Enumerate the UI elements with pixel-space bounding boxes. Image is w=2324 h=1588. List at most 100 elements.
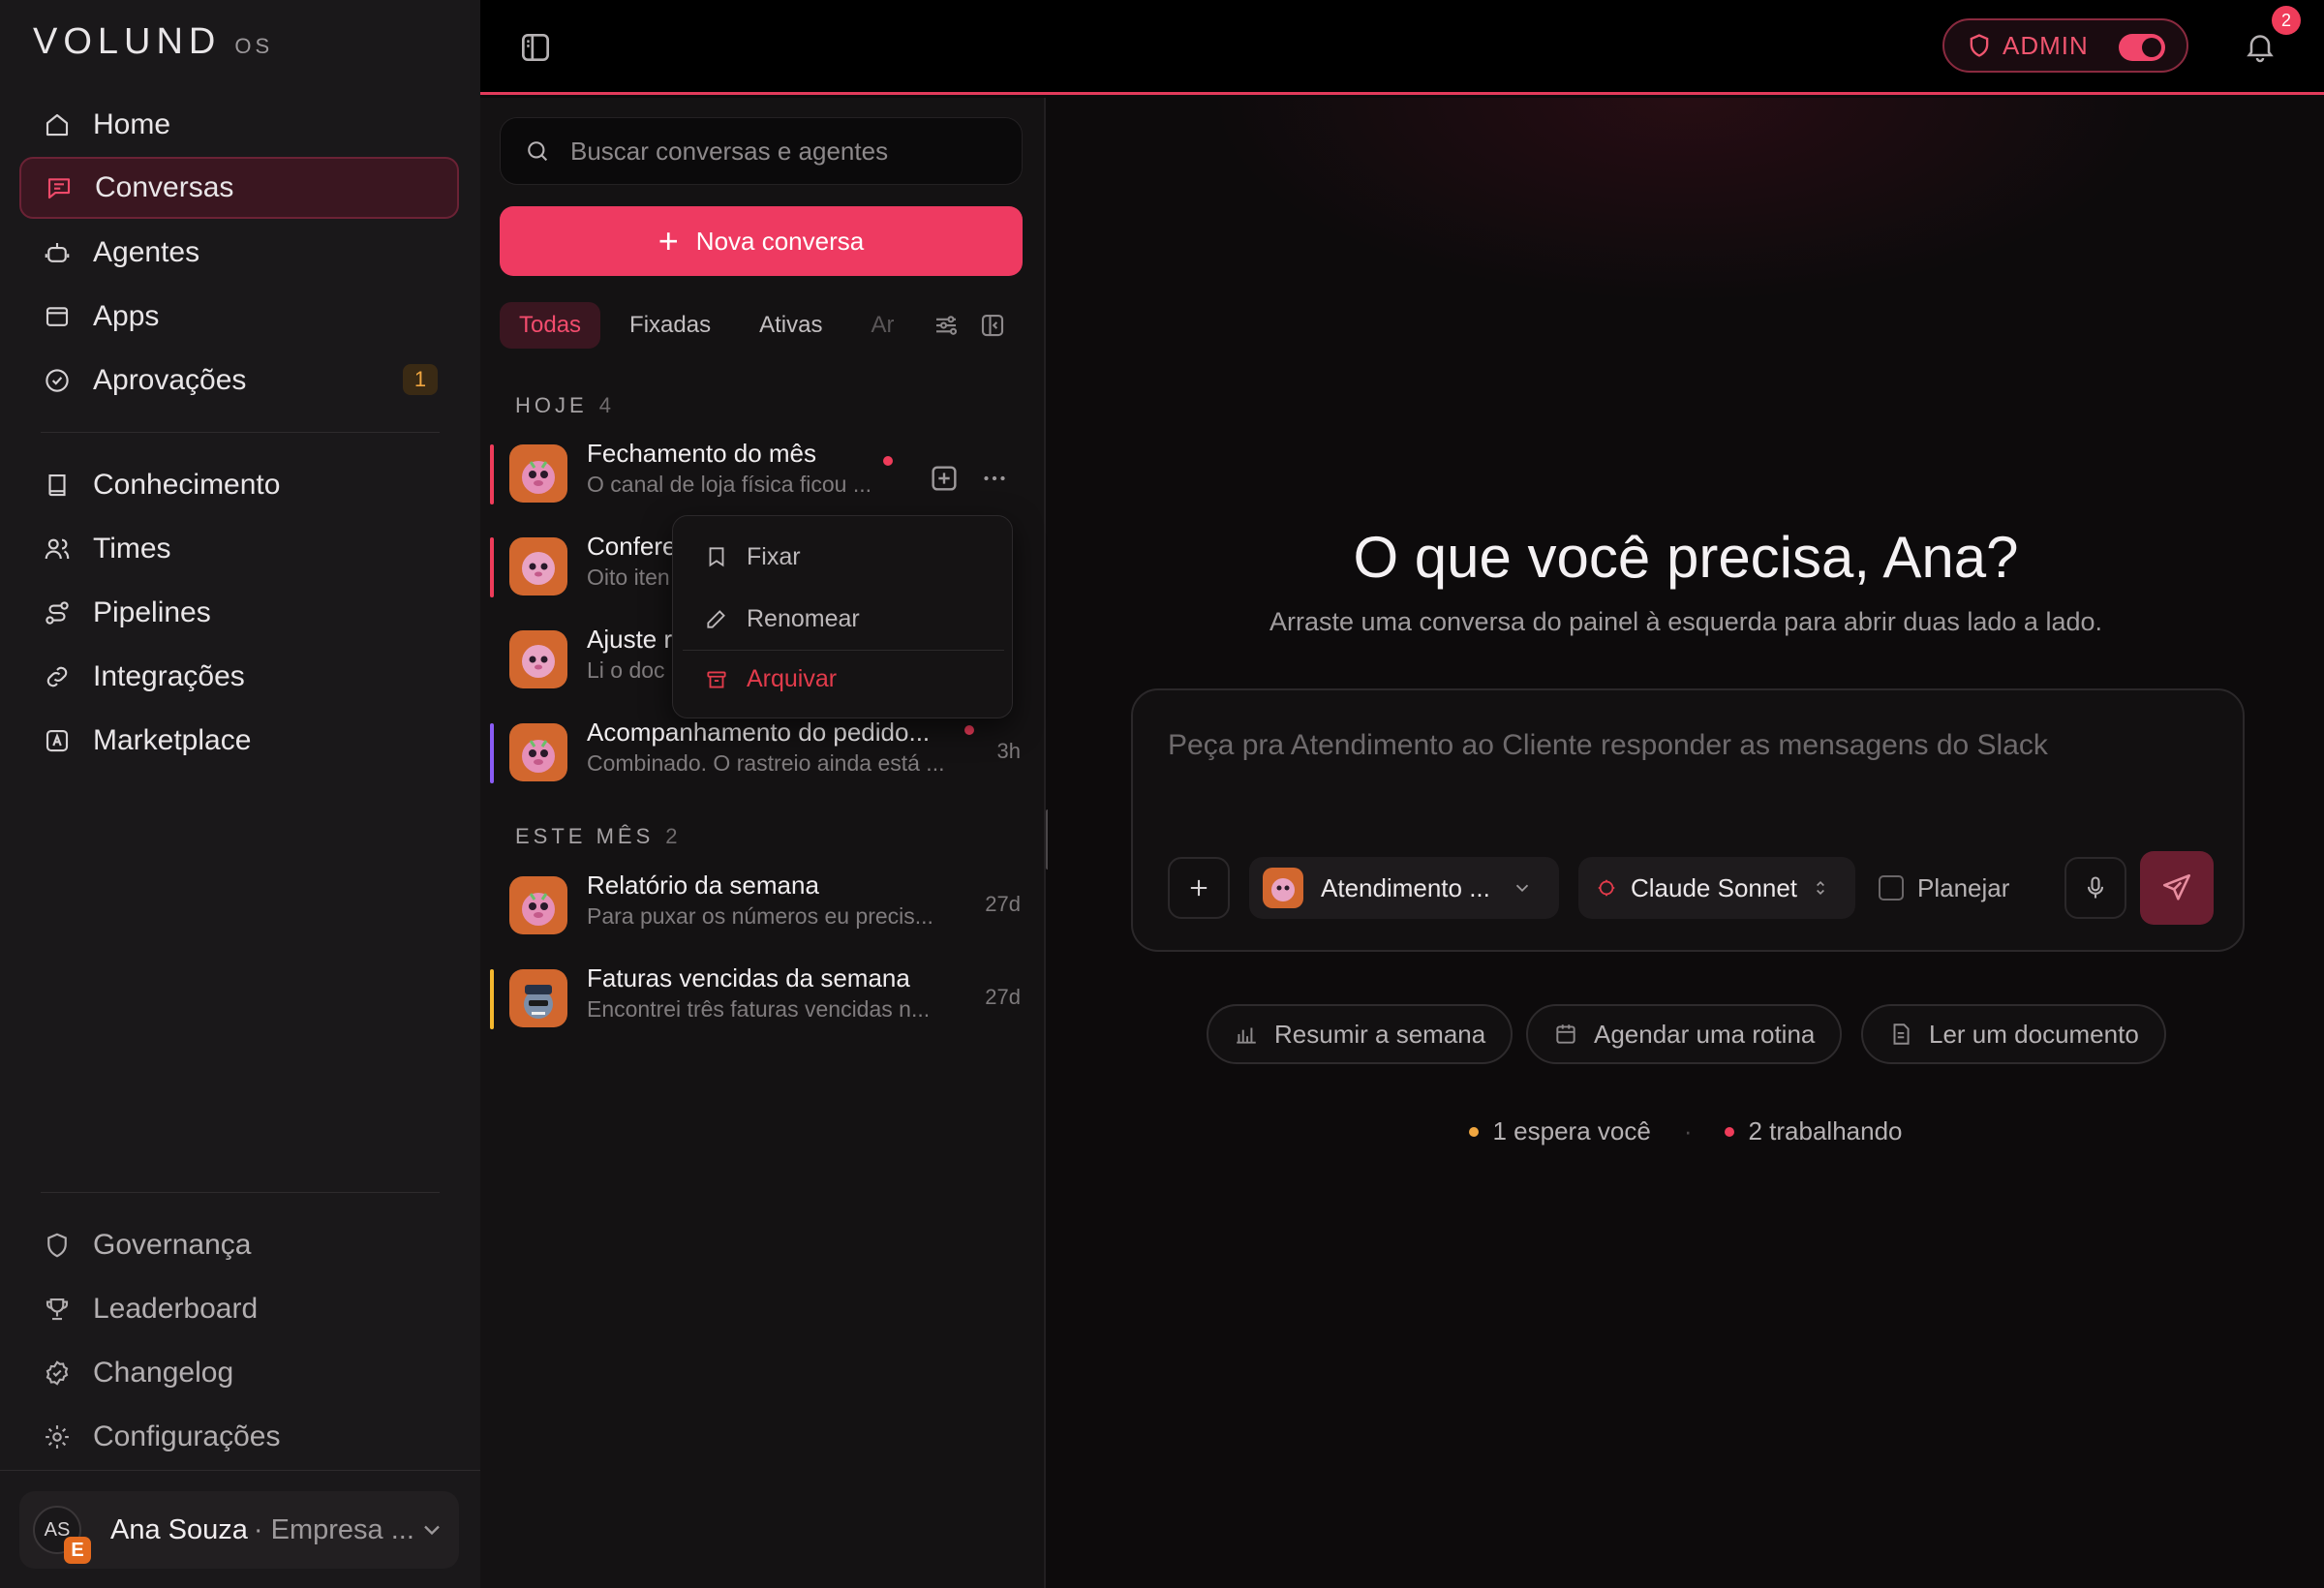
sidebar-item-times[interactable]: Times (19, 518, 459, 580)
admin-switch[interactable] (2119, 34, 2165, 61)
conversation-item[interactable]: Fechamento do mês O canal de loja física… (490, 435, 1032, 520)
sidebar-item-pipelines[interactable]: Pipelines (19, 582, 459, 644)
conversation-item[interactable]: Acompanhamento do pedido... Combinado. O… (490, 714, 1032, 799)
sidebar-item-changelog[interactable]: Changelog (19, 1342, 459, 1404)
filter-tabs: Todas Fixadas Ativas Arq (500, 301, 903, 350)
sidebar-divider (0, 1470, 480, 1471)
agent-avatar (509, 630, 567, 688)
composer: Peça pra Atendimento ao Cliente responde… (1131, 688, 2245, 952)
store-icon (41, 724, 74, 757)
bell-icon[interactable] (2243, 29, 2278, 64)
agent-avatar (509, 876, 567, 934)
plan-checkbox[interactable] (1879, 875, 1904, 901)
open-side-by-side-icon[interactable] (928, 462, 961, 495)
route-icon (41, 596, 74, 629)
sidebar-item-integracoes[interactable]: Integrações (19, 646, 459, 708)
sidebar-item-label: Apps (93, 300, 160, 332)
plan-label: Planejar (1917, 872, 2010, 902)
model-icon (1598, 879, 1615, 897)
sidebar-item-home[interactable]: Home (19, 94, 459, 156)
plus-icon (1190, 879, 1208, 897)
conversation-title: Faturas vencidas da semana (587, 963, 910, 992)
menu-item-fixar[interactable]: Fixar (683, 528, 1004, 586)
brand-suffix: OS (234, 34, 274, 58)
chip-label: Resumir a semana (1274, 1019, 1486, 1049)
trophy-icon (41, 1293, 74, 1326)
conversation-title: Ajuste r (587, 625, 673, 654)
conversation-title: Relatório da semana (587, 870, 819, 900)
search-input[interactable] (570, 136, 996, 167)
menu-item-arquivar[interactable]: Arquivar (683, 650, 1004, 708)
conversation-accent-bar (490, 723, 494, 783)
sidebar-item-governanca[interactable]: Governança (19, 1214, 459, 1276)
page-subtitle: Arraste uma conversa do painel à esquerd… (1269, 607, 2103, 636)
conversation-item[interactable]: Relatório da semana Para puxar os número… (490, 867, 1032, 952)
sidebar-item-marketplace[interactable]: Marketplace (19, 710, 459, 772)
microphone-icon (2087, 876, 2104, 899)
link-icon (41, 660, 74, 693)
sidebar-item-aprovacoes[interactable]: Aprovações 1 (19, 350, 459, 412)
new-conversation-button[interactable]: + Nova conversa (500, 206, 1023, 276)
tab-todas[interactable]: Todas (500, 302, 601, 349)
conversation-preview: Encontrei três faturas vencidas n... (587, 996, 931, 1022)
sidebar-item-label: Changelog (93, 1357, 234, 1389)
send-button[interactable] (2140, 851, 2214, 925)
suggestion-chip-document[interactable]: Ler um documento (1861, 1004, 2166, 1064)
section-count: 2 (665, 824, 678, 848)
main-area: O que você precisa, Ana? Arraste uma con… (1048, 98, 2324, 1588)
tab-arquivadas[interactable]: Arq (851, 302, 894, 349)
plus-icon: + (657, 221, 679, 260)
archive-icon (707, 670, 726, 688)
gear-icon (41, 1420, 74, 1453)
voice-input-button[interactable] (2064, 857, 2126, 919)
sidebar-item-label: Times (93, 533, 171, 565)
home-icon (41, 108, 74, 141)
sidebar-item-configuracoes[interactable]: Configurações (19, 1406, 459, 1468)
waiting-status-dot (1469, 1126, 1480, 1137)
sidebar-item-agentes[interactable]: Agentes (19, 222, 459, 284)
composer-input[interactable]: Peça pra Atendimento ao Cliente responde… (1168, 729, 2048, 762)
bookmark-icon (709, 547, 724, 567)
tab-ativas[interactable]: Ativas (740, 302, 841, 349)
suggestion-chip-schedule[interactable]: Agendar uma rotina (1526, 1004, 1843, 1064)
notification-count-badge: 2 (2272, 6, 2301, 35)
collapse-panel-icon[interactable] (978, 311, 1007, 340)
page-title: O que você precisa, Ana? (1353, 525, 2019, 590)
admin-mode-toggle[interactable]: ADMIN (1942, 18, 2188, 73)
attach-button[interactable] (1168, 857, 1230, 919)
sidebar-item-label: Agentes (93, 236, 200, 268)
filter-sliders-icon[interactable] (932, 311, 961, 340)
sidebar-toggle-icon[interactable] (517, 29, 554, 66)
chevron-down-icon (1515, 884, 1529, 893)
sidebar-item-label: Integrações (93, 660, 245, 692)
sidebar-item-conhecimento[interactable]: Conhecimento (19, 454, 459, 516)
sidebar: VOLUND OS Home Conversas Agentes Apps Ap… (0, 0, 480, 1588)
bar-chart-icon (1237, 1027, 1256, 1044)
admin-label: ADMIN (2003, 30, 2089, 60)
book-icon (41, 469, 74, 502)
model-selector[interactable]: Claude Sonnet (1578, 857, 1855, 919)
tab-fixadas[interactable]: Fixadas (610, 302, 730, 349)
more-options-icon[interactable] (978, 462, 1011, 495)
sidebar-item-label: Leaderboard (93, 1293, 259, 1325)
sidebar-item-apps[interactable]: Apps (19, 286, 459, 348)
sidebar-item-leaderboard[interactable]: Leaderboard (19, 1278, 459, 1340)
chip-label: Agendar uma rotina (1594, 1019, 1816, 1049)
conversation-item[interactable]: Faturas vencidas da semana Encontrei trê… (490, 960, 1032, 1045)
search-box[interactable] (500, 117, 1023, 185)
agent-selector[interactable]: Atendimento ... (1249, 857, 1559, 919)
check-circle-icon (41, 364, 74, 397)
users-icon (41, 533, 74, 565)
agent-avatar (509, 537, 567, 596)
agent-name: Atendimento ... (1321, 872, 1490, 902)
brand-logo[interactable]: VOLUND OS (33, 21, 274, 62)
sidebar-item-conversas[interactable]: Conversas (19, 157, 459, 219)
suggestion-chip-summary[interactable]: Resumir a semana (1207, 1004, 1514, 1064)
user-name: Ana Souza (110, 1513, 248, 1545)
plan-toggle[interactable]: Planejar (1879, 857, 2024, 919)
menu-item-renomear[interactable]: Renomear (683, 590, 1004, 648)
badge-icon (41, 1357, 74, 1390)
user-menu[interactable]: AS E Ana Souza · Empresa ... (19, 1491, 459, 1569)
section-count: 4 (598, 393, 611, 417)
sidebar-item-label: Marketplace (93, 724, 252, 756)
